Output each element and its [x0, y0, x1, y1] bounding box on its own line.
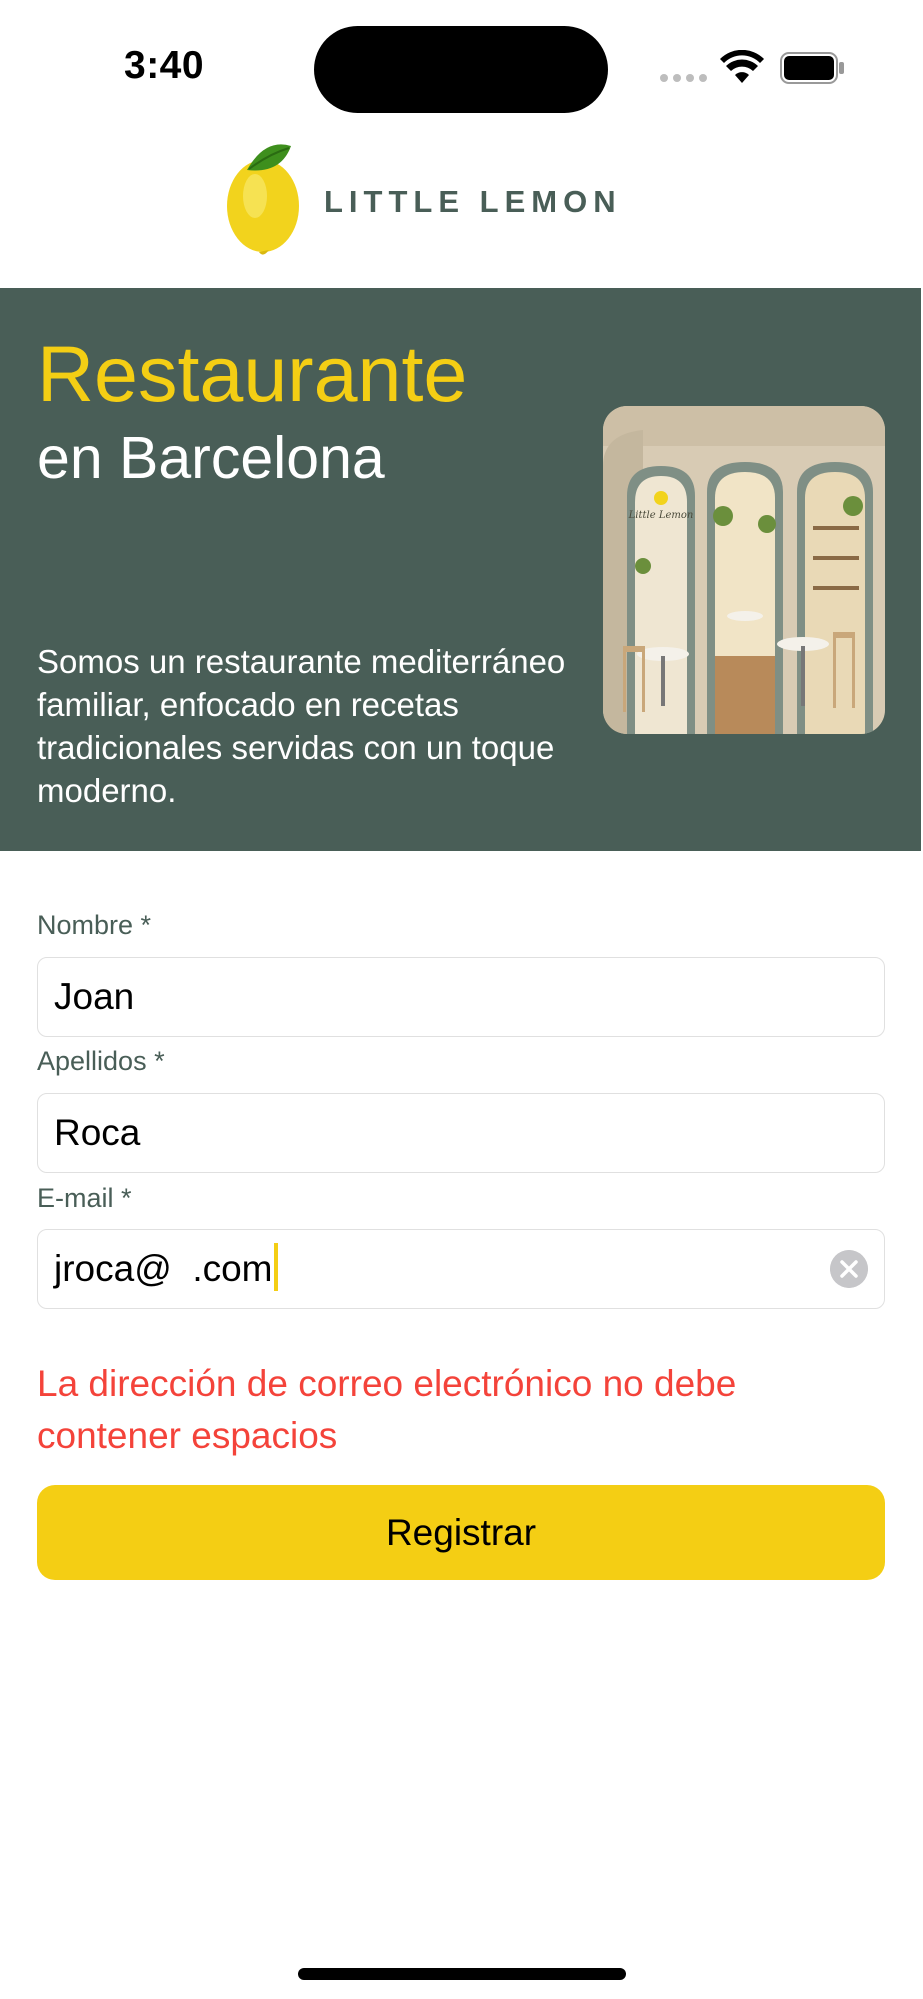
screen: 3:40 LITTLE LEMON Restaurante en Barcelo… — [0, 0, 923, 1999]
last-name-label: Apellidos * — [37, 1046, 165, 1076]
last-name-field[interactable]: Roca — [37, 1093, 885, 1173]
hero-subtitle: en Barcelona — [37, 425, 385, 491]
register-button[interactable]: Registrar — [37, 1485, 885, 1580]
first-name-label: Nombre * — [37, 910, 152, 940]
first-name-field[interactable]: Joan — [37, 957, 885, 1037]
email-value: jroca@ .com — [54, 1248, 273, 1289]
hero-section: Restaurante en Barcelona Somos un restau… — [0, 288, 921, 851]
status-time: 3:40 — [124, 44, 205, 87]
home-indicator — [298, 1968, 626, 1980]
battery-icon — [780, 52, 844, 84]
clear-icon[interactable] — [830, 1250, 868, 1288]
email-label: E-mail * — [37, 1183, 132, 1213]
email-field[interactable]: jroca@ .com — [37, 1229, 885, 1309]
first-name-value: Joan — [54, 976, 135, 1017]
last-name-value: Roca — [54, 1112, 141, 1153]
register-button-label: Registrar — [385, 1511, 537, 1553]
hero-description: Somos un restaurante mediterráneo famili… — [37, 643, 566, 809]
email-error-message: La dirección de correo electrónico no de… — [37, 1363, 737, 1456]
dynamic-island — [314, 26, 608, 113]
restaurant-image: Little Lemon — [603, 406, 885, 734]
text-cursor — [273, 1243, 278, 1292]
lemon-logo-icon — [227, 144, 299, 255]
signal-icon — [660, 74, 708, 82]
hero-title: Restaurante — [37, 329, 468, 418]
wifi-icon — [720, 50, 764, 83]
status-bar: 3:40 — [0, 0, 923, 120]
brand-name: LITTLE LEMON — [324, 184, 622, 219]
app-header: LITTLE LEMON — [0, 120, 923, 288]
image-sign-text: Little Lemon — [628, 510, 694, 521]
